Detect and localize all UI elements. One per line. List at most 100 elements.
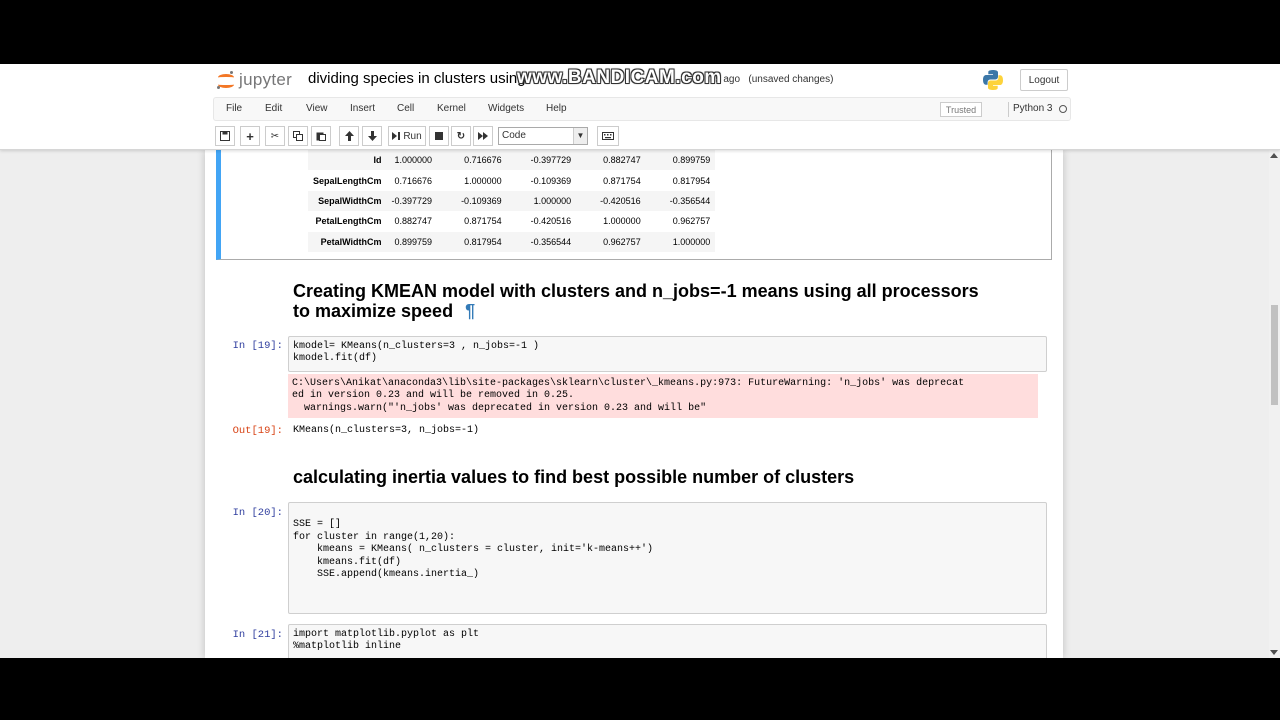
menu-cell[interactable]: Cell	[397, 103, 414, 114]
pilcrow-icon[interactable]: ¶	[465, 301, 475, 321]
selected-output-cell[interactable]: Id 1.000000 0.716676 -0.397729 0.882747 …	[216, 150, 1052, 260]
insert-cell-button[interactable]: +	[240, 126, 260, 146]
menu-edit[interactable]: Edit	[265, 103, 282, 114]
markdown-heading-kmeans[interactable]: Creating KMEAN model with clusters and n…	[293, 281, 979, 321]
code-line: import matplotlib.pyplot as plt	[293, 629, 480, 640]
move-down-button[interactable]	[362, 126, 382, 146]
table-cell: 0.817954	[672, 175, 711, 186]
chevron-down-icon: ▼	[573, 128, 587, 144]
bandicam-watermark: www.BANDICAM.com	[517, 67, 722, 88]
scroll-thumb[interactable]	[1271, 305, 1278, 405]
output-text: KMeans(n_clusters=3, n_jobs=-1)	[293, 425, 480, 436]
input-prompt: In [21]:	[232, 629, 283, 641]
interrupt-button[interactable]	[429, 126, 449, 146]
table-cell: -0.109369	[530, 175, 572, 186]
restart-button[interactable]: ↻	[451, 126, 471, 146]
kernel-name[interactable]: Python 3	[1013, 103, 1052, 114]
code-line: SSE.append(kmeans.inertia_)	[293, 569, 480, 581]
page-scrollbar[interactable]	[1269, 150, 1280, 658]
table-cell: 0.882747	[394, 216, 433, 227]
code-line: for cluster in range(1,20):	[293, 531, 456, 543]
table-cell: -0.356544	[669, 195, 711, 206]
warning-line: warnings.warn("'n_jobs' was deprecated i…	[292, 402, 707, 414]
command-palette-button[interactable]	[597, 126, 619, 146]
keyboard-icon	[602, 132, 614, 140]
warning-line: C:\Users\Anikat\anaconda3\lib\site-packa…	[292, 378, 965, 389]
menu-insert[interactable]: Insert	[350, 103, 375, 114]
table-cell: 0.962757	[603, 236, 641, 247]
paste-icon	[316, 132, 326, 141]
step-forward-icon	[392, 132, 401, 140]
row-label: Id	[373, 155, 382, 166]
code-cell-input[interactable]: import matplotlib.pyplot as plt %matplot…	[288, 624, 1047, 658]
copy-icon	[293, 131, 303, 141]
scroll-down-icon[interactable]	[1270, 650, 1278, 655]
save-status: es ago (unsaved changes)	[710, 74, 834, 85]
code-line: kmodel= KMeans(n_clusters=3 , n_jobs=-1 …	[293, 341, 540, 352]
move-up-button[interactable]	[339, 126, 359, 146]
jupyter-logo-icon	[216, 70, 236, 90]
table-cell: -0.109369	[461, 195, 502, 206]
trusted-indicator[interactable]: Trusted	[940, 102, 982, 117]
cell-type-value: Code	[502, 130, 526, 141]
run-label: Run	[403, 130, 422, 142]
output-prompt: Out[19]:	[232, 425, 283, 437]
logout-button[interactable]: Logout	[1020, 69, 1068, 91]
table-cell: 1.000000	[464, 175, 502, 186]
menu-help[interactable]: Help	[546, 103, 567, 114]
table-cell: 1.000000	[394, 155, 433, 166]
input-prompt: In [20]:	[232, 507, 283, 519]
table-row: Id 1.000000 0.716676 -0.397729 0.882747 …	[308, 150, 716, 171]
arrow-down-icon	[367, 131, 377, 141]
cut-button[interactable]: ✂	[265, 126, 285, 146]
menu-widgets[interactable]: Widgets	[488, 103, 524, 114]
menu-kernel[interactable]: Kernel	[437, 103, 466, 114]
row-label: PetalLengthCm	[315, 216, 382, 227]
menu-bar: File Edit View Insert Cell Kernel Widget…	[213, 97, 1071, 121]
table-cell: 0.871754	[464, 216, 502, 227]
menu-file[interactable]: File	[226, 103, 242, 114]
warning-line: ed in version 0.23 and will be removed i…	[292, 390, 575, 402]
logo-text: jupyter	[239, 70, 293, 89]
notebook-header: jupyter dividing species in clusters usi…	[0, 64, 1280, 150]
menu-view[interactable]: View	[306, 103, 328, 114]
restart-run-all-button[interactable]	[473, 126, 493, 146]
code-cell-input[interactable]: kmodel= KMeans(n_clusters=3 , n_jobs=-1 …	[288, 336, 1047, 372]
table-cell: 0.962757	[672, 216, 711, 227]
paste-button[interactable]	[311, 126, 331, 146]
table-cell: 0.716676	[464, 155, 502, 166]
table-cell: 0.882747	[603, 155, 641, 166]
table-cell: -0.397729	[391, 195, 433, 206]
table-cell: 1.000000	[672, 236, 711, 247]
correlation-table: Id 1.000000 0.716676 -0.397729 0.882747 …	[308, 150, 716, 252]
stop-icon	[435, 132, 443, 140]
notebook-title[interactable]: dividing species in clusters using	[308, 70, 526, 87]
stderr-output: C:\Users\Anikat\anaconda3\lib\site-packa…	[288, 374, 1038, 418]
row-label: SepalWidthCm	[318, 195, 382, 206]
table-cell: -0.397729	[530, 155, 572, 166]
row-label: SepalLengthCm	[313, 175, 382, 186]
table-cell: 1.000000	[603, 216, 641, 227]
jupyter-logo[interactable]: jupyter	[216, 69, 292, 91]
save-icon	[220, 131, 230, 141]
table-cell: 1.000000	[533, 195, 572, 206]
scroll-up-icon[interactable]	[1270, 153, 1278, 158]
code-line: kmeans = KMeans( n_clusters = cluster, i…	[293, 544, 654, 556]
plus-icon: +	[246, 128, 254, 144]
heading-line: to maximize speed ¶	[293, 301, 476, 321]
save-button[interactable]	[215, 126, 235, 146]
table-cell: -0.420516	[530, 216, 572, 227]
table-cell: 0.871754	[603, 175, 641, 186]
cell-type-select[interactable]: Code ▼	[498, 127, 588, 145]
table-cell: 0.899759	[672, 155, 711, 166]
run-button[interactable]: Run	[388, 126, 426, 146]
markdown-heading-inertia[interactable]: calculating inertia values to find best …	[293, 467, 854, 487]
row-label: PetalWidthCm	[320, 236, 382, 247]
input-prompt: In [19]:	[232, 340, 283, 352]
notebook-container: Id 1.000000 0.716676 -0.397729 0.882747 …	[205, 150, 1063, 658]
table-row: SepalWidthCm -0.397729 -0.109369 1.00000…	[308, 190, 716, 212]
copy-button[interactable]	[288, 126, 308, 146]
code-line: SSE = []	[293, 519, 342, 531]
code-cell-input[interactable]: SSE = [] for cluster in range(1,20): kme…	[288, 502, 1047, 614]
heading-line: Creating KMEAN model with clusters and n…	[293, 281, 979, 301]
